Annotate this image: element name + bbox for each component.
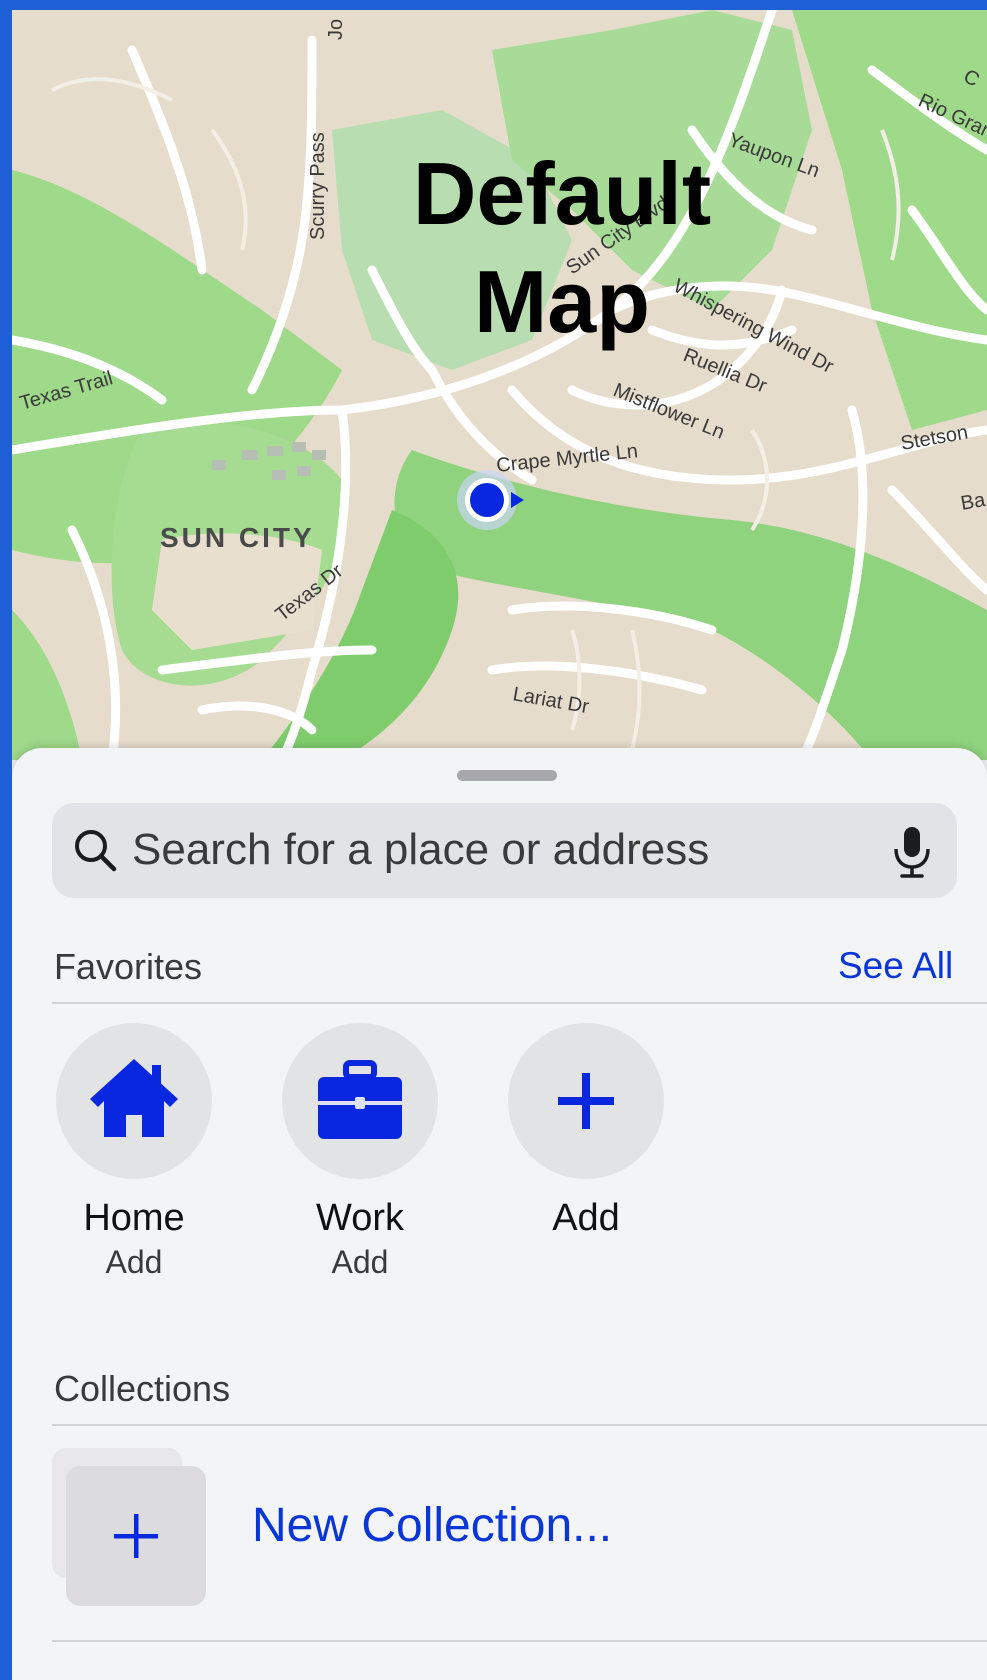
map-canvas: Scurry Pass Jo Yaupon Ln Rio Gran C Sun … xyxy=(12,10,987,760)
new-collection-row[interactable]: New Collection... xyxy=(52,1448,952,1608)
favorite-work-label: Work xyxy=(316,1197,404,1239)
overlay-title-line2: Map xyxy=(474,252,650,351)
map-view[interactable]: Scurry Pass Jo Yaupon Ln Rio Gran C Sun … xyxy=(12,10,987,760)
favorite-home-sub: Add xyxy=(105,1244,163,1280)
favorite-add-circle[interactable] xyxy=(508,1023,664,1179)
sheet-grabber[interactable] xyxy=(457,770,557,781)
see-all-link[interactable]: See All xyxy=(838,945,953,987)
new-collection-label: New Collection... xyxy=(252,1499,613,1552)
overlay-title-line1: Default xyxy=(412,144,712,243)
map-label-stetson: Stetson xyxy=(899,421,970,454)
bottom-sheet: Favorites See All Home Add xyxy=(12,748,987,1680)
search-bar[interactable] xyxy=(52,803,957,898)
favorite-home-circle[interactable] xyxy=(56,1023,212,1179)
search-icon xyxy=(75,830,117,872)
overlay-title: Default Map xyxy=(312,140,812,356)
map-label-jo: Jo xyxy=(325,19,347,40)
map-label-crepe-myrtle: Crape Myrtle Ln xyxy=(495,440,639,477)
microphone-icon[interactable] xyxy=(887,823,937,879)
device-frame: Scurry Pass Jo Yaupon Ln Rio Gran C Sun … xyxy=(0,0,987,1680)
house-icon xyxy=(90,1059,178,1137)
favorite-work-circle[interactable] xyxy=(282,1023,438,1179)
plus-icon xyxy=(114,1514,158,1558)
park-area xyxy=(12,610,82,760)
divider xyxy=(52,1640,987,1642)
map-label-sun-city: SUN CITY xyxy=(160,522,315,553)
favorite-work-sub: Add xyxy=(331,1244,389,1280)
favorite-add[interactable]: Add xyxy=(506,1023,666,1240)
divider xyxy=(52,1002,987,1004)
favorite-work[interactable]: Work Add xyxy=(280,1023,440,1281)
briefcase-icon xyxy=(318,1060,402,1139)
favorites-title: Favorites xyxy=(54,946,203,987)
collection-stack-front xyxy=(66,1466,206,1606)
search-input[interactable] xyxy=(132,819,872,881)
collections-title: Collections xyxy=(54,1368,231,1409)
divider xyxy=(52,1424,987,1426)
favorite-home-label: Home xyxy=(83,1197,185,1239)
screen: Scurry Pass Jo Yaupon Ln Rio Gran C Sun … xyxy=(12,10,987,1680)
favorite-add-label: Add xyxy=(552,1197,620,1239)
plus-icon xyxy=(558,1073,614,1129)
map-label-ba: Ba xyxy=(959,489,987,515)
favorite-home[interactable]: Home Add xyxy=(54,1023,214,1281)
